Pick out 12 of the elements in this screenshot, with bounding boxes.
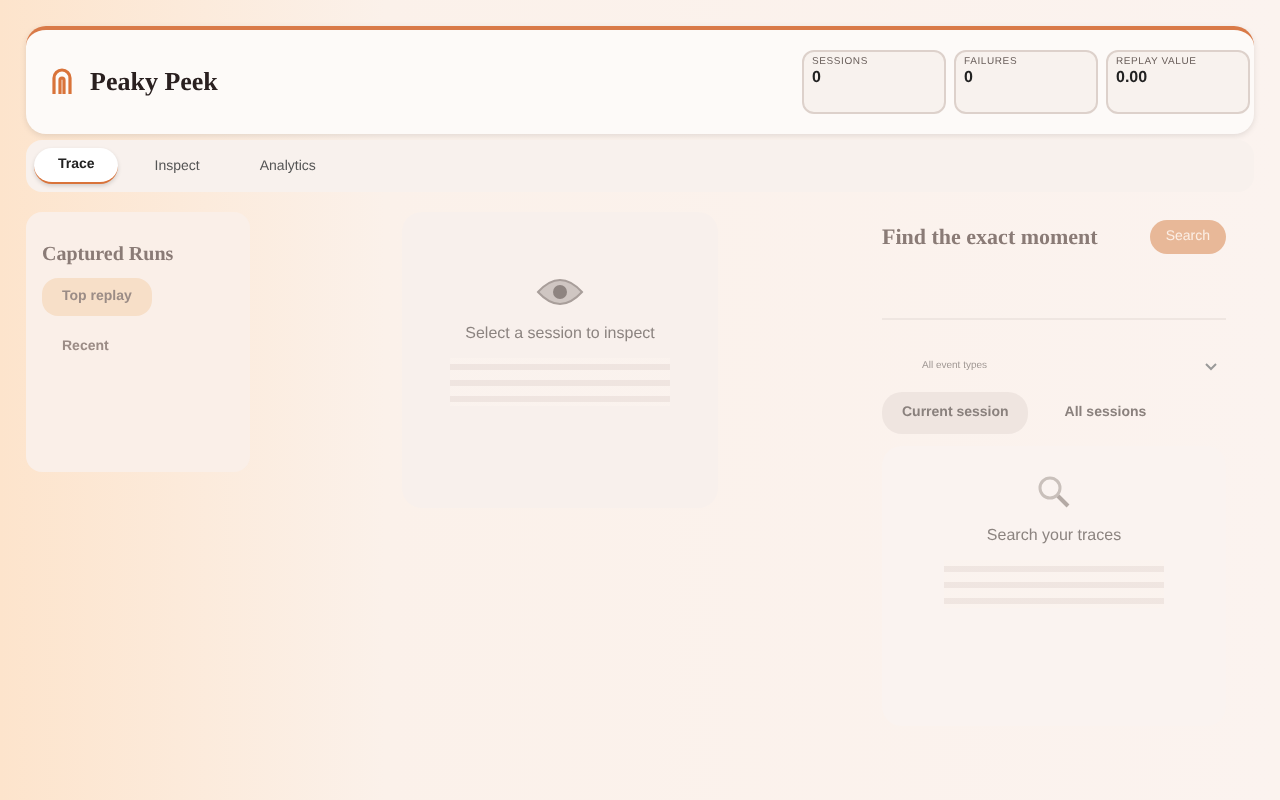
chevron-icon [1204, 361, 1218, 371]
empty-title: Search your traces [986, 526, 1122, 544]
panel-title: Find the exact moment [882, 225, 1098, 249]
stat-value: 0.00 [1116, 68, 1150, 86]
logo-icon [50, 68, 74, 96]
app-title: Peaky Peek [90, 66, 218, 98]
search-icon [1036, 474, 1072, 510]
eye-icon [536, 276, 584, 308]
stat-value: 0 [812, 68, 823, 86]
stat-value: 0 [964, 68, 975, 86]
empty-title: Select a session to inspect [465, 324, 655, 342]
panel-title: Captured Runs [42, 244, 174, 266]
